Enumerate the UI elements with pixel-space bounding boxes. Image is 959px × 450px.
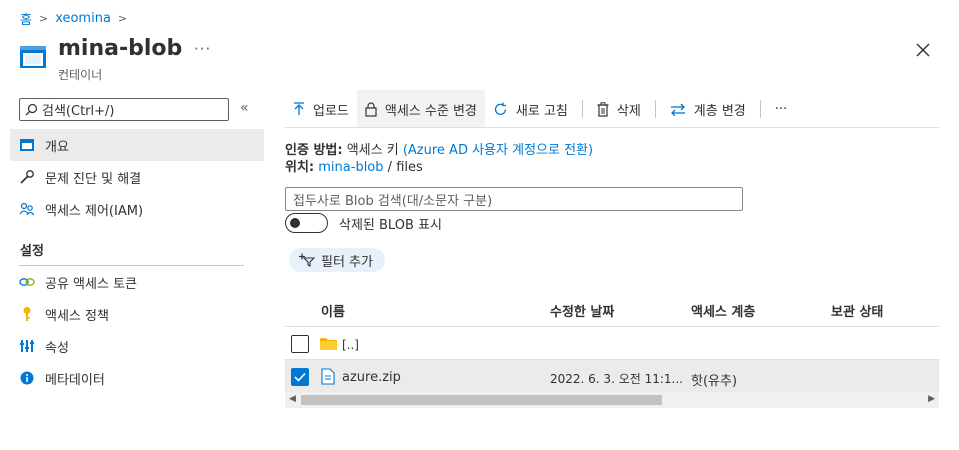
divider [581, 100, 583, 118]
divider [285, 127, 939, 128]
divider [285, 326, 939, 327]
nav-item-label: 속성 [45, 340, 69, 356]
blob-search-input[interactable]: 접두사로 Blob 검색(대/소문자 구분) [285, 187, 743, 211]
folder-icon [320, 338, 337, 350]
breadcrumb: 홈 > xeomina > [20, 9, 128, 28]
nav-section-settings: 설정 [20, 244, 44, 259]
show-deleted-label: 삭제된 BLOB 표시 [339, 218, 442, 233]
column-header-archive[interactable]: 보관 상태 [831, 301, 883, 320]
divider [654, 100, 656, 118]
refresh-button[interactable]: 새로 고침 [485, 90, 576, 128]
overview-icon [19, 137, 35, 153]
checkmark-icon [294, 372, 306, 382]
page-subtitle: 컨테이너 [58, 68, 103, 82]
show-deleted-toggle[interactable] [285, 213, 328, 233]
row-modified: 2022. 6. 3. 오전 11:1... [550, 372, 683, 386]
nav-item-properties[interactable]: 속성 [10, 330, 264, 362]
add-filter-button[interactable]: 필터 추가 [289, 248, 385, 272]
command-bar: 업로드 액세스 수준 변경 새로 고침 삭제 계층 변경 ··· [285, 90, 795, 128]
lock-icon [365, 101, 377, 117]
key-icon [19, 306, 35, 322]
nav-item-label: 액세스 정책 [45, 308, 109, 324]
nav-item-label: 공유 액세스 토큰 [45, 276, 137, 292]
chevron-right-icon: > [117, 11, 128, 25]
search-icon [25, 103, 38, 116]
upload-button[interactable]: 업로드 [285, 90, 357, 128]
close-icon[interactable] [913, 40, 933, 60]
swap-icon [670, 103, 685, 116]
trash-icon [597, 101, 609, 117]
collapse-nav-button[interactable]: « [240, 100, 249, 116]
refresh-icon [494, 102, 507, 115]
column-header-name[interactable]: 이름 [321, 301, 345, 320]
delete-button[interactable]: 삭제 [589, 90, 649, 128]
location: 위치: mina-blob / files [285, 160, 423, 175]
scroll-left-icon[interactable]: ◀ [289, 394, 296, 404]
location-container-link[interactable]: mina-blob [318, 160, 383, 175]
nav-item-diagnose[interactable]: 문제 진단 및 해결 [10, 161, 264, 193]
column-header-tier[interactable]: 액세스 계층 [691, 301, 755, 320]
nav-search-placeholder: 검색(Ctrl+/) [42, 104, 115, 119]
nav-item-label: 메타데이터 [45, 372, 105, 388]
people-icon [19, 201, 35, 217]
wrench-icon [19, 169, 35, 185]
row-name[interactable]: [..] [342, 338, 359, 352]
nav-item-label: 문제 진단 및 해결 [45, 171, 142, 187]
horizontal-scrollbar[interactable]: ◀ ▶ [285, 392, 939, 408]
change-access-level-button[interactable]: 액세스 수준 변경 [356, 90, 485, 128]
breadcrumb-account[interactable]: xeomina [55, 11, 111, 26]
scrollbar-thumb[interactable] [301, 395, 662, 405]
container-icon [20, 46, 46, 68]
more-options-button[interactable]: ··· [194, 40, 211, 58]
breadcrumb-home[interactable]: 홈 [20, 9, 32, 28]
chevron-right-icon: > [38, 11, 49, 25]
file-icon [321, 368, 335, 385]
change-tier-button[interactable]: 계층 변경 [662, 90, 754, 128]
nav-item-label: 개요 [45, 139, 69, 155]
nav-item-sas-token[interactable]: 공유 액세스 토큰 [10, 266, 264, 298]
column-header-modified[interactable]: 수정한 날짜 [550, 301, 614, 320]
filter-add-icon [299, 253, 315, 267]
divider [759, 100, 761, 118]
scroll-right-icon[interactable]: ▶ [928, 394, 935, 404]
nav-search-input[interactable]: 검색(Ctrl+/) [19, 98, 229, 121]
nav-item-label: 액세스 제어(IAM) [45, 203, 144, 219]
more-commands-button[interactable]: ··· [767, 90, 795, 128]
row-tier: 핫(유추) [691, 374, 738, 389]
properties-icon [19, 338, 35, 354]
nav-item-metadata[interactable]: 메타데이터 [10, 362, 264, 394]
info-icon [19, 370, 35, 386]
switch-auth-link[interactable]: (Azure AD 사용자 계정으로 전환) [403, 143, 593, 158]
row-checkbox[interactable] [291, 335, 309, 353]
link-icon [19, 274, 35, 290]
nav-item-overview[interactable]: 개요 [10, 129, 264, 161]
nav-item-iam[interactable]: 액세스 제어(IAM) [10, 193, 264, 225]
row-checkbox[interactable] [291, 368, 309, 386]
page-title: mina-blob [58, 36, 183, 61]
row-name[interactable]: azure.zip [342, 370, 401, 385]
upload-icon [294, 102, 304, 115]
nav-item-access-policy[interactable]: 액세스 정책 [10, 298, 264, 330]
